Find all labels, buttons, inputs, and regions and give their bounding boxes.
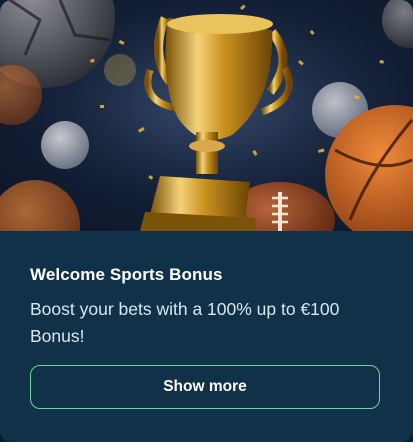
promo-content: Welcome Sports Bonus Boost your bets wit… — [0, 231, 413, 442]
promo-title: Welcome Sports Bonus — [30, 265, 223, 284]
ball-icon — [41, 121, 89, 169]
show-more-button[interactable]: Show more — [30, 365, 380, 409]
promo-hero-image — [0, 0, 413, 231]
trophy-sports-illustration — [0, 0, 413, 231]
promo-card: Welcome Sports Bonus Boost your bets wit… — [0, 0, 413, 442]
promo-description: Boost your bets with a 100% up to €100 B… — [30, 299, 340, 346]
